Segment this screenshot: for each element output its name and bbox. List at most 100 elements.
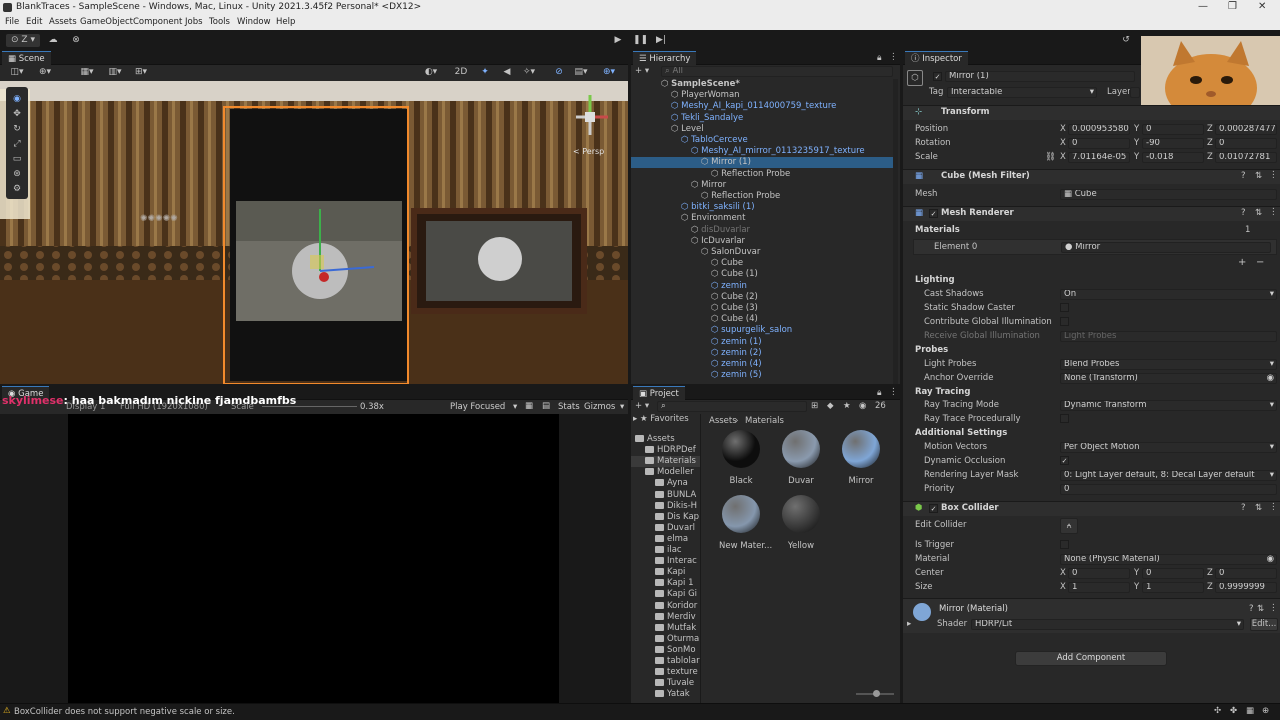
favorites-node[interactable]: ▸ ★ Favorites bbox=[633, 414, 689, 425]
rect-tool-icon[interactable]: ▭ bbox=[10, 153, 24, 166]
project-folder[interactable]: Dikis-H bbox=[631, 501, 700, 512]
hierarchy-item[interactable]: ⬡ Cube (3) bbox=[631, 303, 893, 314]
rotation-x-input[interactable]: 0 bbox=[1068, 138, 1130, 149]
hierarchy-item[interactable]: ⬡ SalonDuvar bbox=[631, 247, 893, 258]
hierarchy-item[interactable]: ⬡ Meshy_AI_mirror_0113235917_texture bbox=[631, 146, 893, 157]
box-collider-header[interactable]: ⬢ ✓ Box Collider ? ⇅ ⋮ bbox=[903, 502, 1280, 516]
additional-settings-header[interactable]: Additional Settings bbox=[915, 428, 1007, 439]
more-options-icon[interactable]: ⋮ bbox=[889, 52, 898, 62]
mesh-field[interactable]: ▦ Cube bbox=[1060, 189, 1277, 200]
more-options-icon[interactable]: ⋮ bbox=[1269, 603, 1278, 613]
center-x-input[interactable]: 0 bbox=[1068, 568, 1130, 579]
cloud-icon[interactable]: ☁ bbox=[46, 34, 60, 47]
size-z-input[interactable]: 0.9999999 bbox=[1215, 582, 1277, 593]
mesh-renderer-enabled-checkbox[interactable]: ✓ bbox=[929, 209, 938, 218]
ray-tracing-header[interactable]: Ray Tracing bbox=[915, 387, 970, 398]
hierarchy-item[interactable]: ⬡ SampleScene* bbox=[631, 79, 893, 90]
pause-button[interactable]: ❚❚ bbox=[633, 34, 648, 47]
project-folder[interactable]: Merdiv bbox=[631, 612, 700, 623]
project-folder[interactable]: Mutfak bbox=[631, 623, 700, 634]
ray-trace-procedurally-checkbox[interactable] bbox=[1060, 414, 1069, 423]
shortcuts-icon[interactable]: ▤ bbox=[542, 401, 550, 411]
hierarchy-item[interactable]: ⬡ zemin (1) bbox=[631, 337, 893, 348]
mute-audio-icon[interactable]: ▦ bbox=[525, 401, 533, 411]
scale-x-input[interactable]: 7.01164e-05 bbox=[1068, 152, 1130, 163]
edit-collider-button[interactable]: ⍲ bbox=[1060, 518, 1078, 534]
close-icon[interactable]: ✕ bbox=[1258, 1, 1266, 12]
position-x-input[interactable]: 0.0009535801 bbox=[1068, 124, 1130, 135]
hierarchy-item[interactable]: ⬡ disDuvarlar bbox=[631, 225, 893, 236]
project-folder[interactable]: Assets bbox=[631, 434, 700, 445]
breadcrumb-materials[interactable]: Materials bbox=[745, 416, 784, 426]
hierarchy-item[interactable]: ⬡ zemin bbox=[631, 281, 893, 292]
toggle-2d-button[interactable]: 2D bbox=[453, 66, 469, 79]
position-y-input[interactable]: 0 bbox=[1142, 124, 1204, 135]
console-warning-message[interactable]: BoxCollider does not support negative sc… bbox=[14, 707, 235, 717]
play-button[interactable]: ▶ bbox=[611, 34, 625, 47]
lighting-icon[interactable]: ✦ bbox=[478, 66, 492, 79]
hierarchy-item[interactable]: ⬡ Reflection Probe bbox=[631, 191, 893, 202]
menu-jobs[interactable]: Jobs bbox=[185, 17, 203, 27]
material-asset[interactable]: Duvar bbox=[779, 430, 823, 486]
static-shadow-checkbox[interactable] bbox=[1060, 303, 1069, 312]
presets-icon[interactable]: ⇅ bbox=[1255, 208, 1262, 218]
project-folder[interactable]: Kapi Gi bbox=[631, 589, 700, 600]
more-options-icon[interactable]: ⋮ bbox=[1269, 207, 1278, 217]
project-search-input[interactable]: ⌕ bbox=[657, 401, 807, 412]
help-icon[interactable]: ? bbox=[1249, 604, 1254, 614]
progress-icon[interactable]: ✣ bbox=[1214, 706, 1221, 716]
hierarchy-search-input[interactable]: ⌕ All bbox=[661, 66, 893, 77]
collider-material-field[interactable]: None (Physic Material) ◉ bbox=[1060, 554, 1277, 565]
breadcrumb-assets[interactable]: Assets bbox=[709, 416, 737, 426]
help-icon[interactable]: ? bbox=[1241, 208, 1246, 218]
ray-tracing-mode-dropdown[interactable]: Dynamic Transform ▾ bbox=[1060, 400, 1277, 411]
project-folder[interactable]: texture bbox=[631, 667, 700, 678]
project-folder[interactable]: Modeller bbox=[631, 467, 700, 478]
move-tool-icon[interactable]: ✥ bbox=[10, 108, 24, 121]
mesh-renderer-header[interactable]: ▦ ✓ Mesh Renderer ? ⇅ ⋮ bbox=[903, 207, 1280, 221]
services-icon[interactable]: ⊗ bbox=[69, 34, 83, 47]
project-folder[interactable]: Koridor bbox=[631, 601, 700, 612]
gizmos-button[interactable]: Gizmos bbox=[584, 402, 615, 412]
hidden-packages-icon[interactable]: ◉ bbox=[859, 401, 866, 411]
perspective-label[interactable]: < Persp bbox=[573, 147, 604, 156]
element-material-field[interactable]: ● Mirror bbox=[1061, 242, 1271, 253]
shading-icon[interactable]: ◐▾ bbox=[424, 66, 438, 79]
transform-header[interactable]: ⊹ Transform bbox=[903, 106, 1280, 120]
shader-dropdown[interactable]: HDRP/Lit ▾ bbox=[971, 619, 1244, 630]
effects-icon[interactable]: ✧▾ bbox=[522, 66, 536, 79]
tag-dropdown[interactable]: Interactable ▾ bbox=[947, 87, 1097, 98]
project-folder[interactable]: Kapi 1 bbox=[631, 578, 700, 589]
box-collider-enabled-checkbox[interactable]: ✓ bbox=[929, 504, 938, 513]
project-folder[interactable]: HDRPDef bbox=[631, 445, 700, 456]
project-folder[interactable]: Oturma bbox=[631, 634, 700, 645]
add-object-button[interactable]: + ▾ bbox=[635, 66, 649, 76]
hierarchy-item[interactable]: ⬡ supurgelik_salon bbox=[631, 325, 893, 336]
contribute-gi-checkbox[interactable] bbox=[1060, 317, 1069, 326]
more-options-icon[interactable]: ⋮ bbox=[1269, 170, 1278, 180]
center-z-input[interactable]: 0 bbox=[1215, 568, 1277, 579]
materials-count[interactable]: 1 bbox=[1245, 225, 1250, 236]
hierarchy-item[interactable]: ⬡ Cube (2) bbox=[631, 292, 893, 303]
hierarchy-item[interactable]: ⬡ Environment bbox=[631, 213, 893, 224]
gizmos-icon[interactable]: ⊕▾ bbox=[602, 66, 616, 79]
project-folder[interactable]: BUNLA bbox=[631, 490, 700, 501]
hierarchy-item[interactable]: ⬡ Cube (1) bbox=[631, 269, 893, 280]
orientation-gizmo[interactable] bbox=[568, 87, 622, 145]
material-title[interactable]: Mirror (Material) bbox=[939, 604, 1008, 615]
hierarchy-item[interactable]: ⬡ zemin (5) bbox=[631, 370, 893, 381]
hierarchy-item[interactable]: ⬡ Level bbox=[631, 124, 893, 135]
increment-snap-icon[interactable]: ⊞▾ bbox=[134, 66, 148, 79]
lighting-header[interactable]: Lighting bbox=[915, 275, 955, 286]
hierarchy-item[interactable]: ⬡ PlayerWoman bbox=[631, 90, 893, 101]
grid-icon[interactable]: ▦▾ bbox=[80, 66, 94, 79]
hidden-objects-icon[interactable]: ⊘ bbox=[552, 66, 566, 79]
remove-element-button[interactable]: − bbox=[1256, 257, 1264, 268]
zoom-slider-handle[interactable] bbox=[873, 690, 880, 697]
hierarchy-item[interactable]: ⬡ Cube (4) bbox=[631, 314, 893, 325]
presets-icon[interactable]: ⇅ bbox=[1255, 503, 1262, 513]
wheel-icon[interactable]: ✤ bbox=[1230, 706, 1237, 716]
project-folder[interactable]: SonMo bbox=[631, 645, 700, 656]
project-folder[interactable]: ilac bbox=[631, 545, 700, 556]
camera-icon[interactable]: ▤▾ bbox=[574, 66, 588, 79]
